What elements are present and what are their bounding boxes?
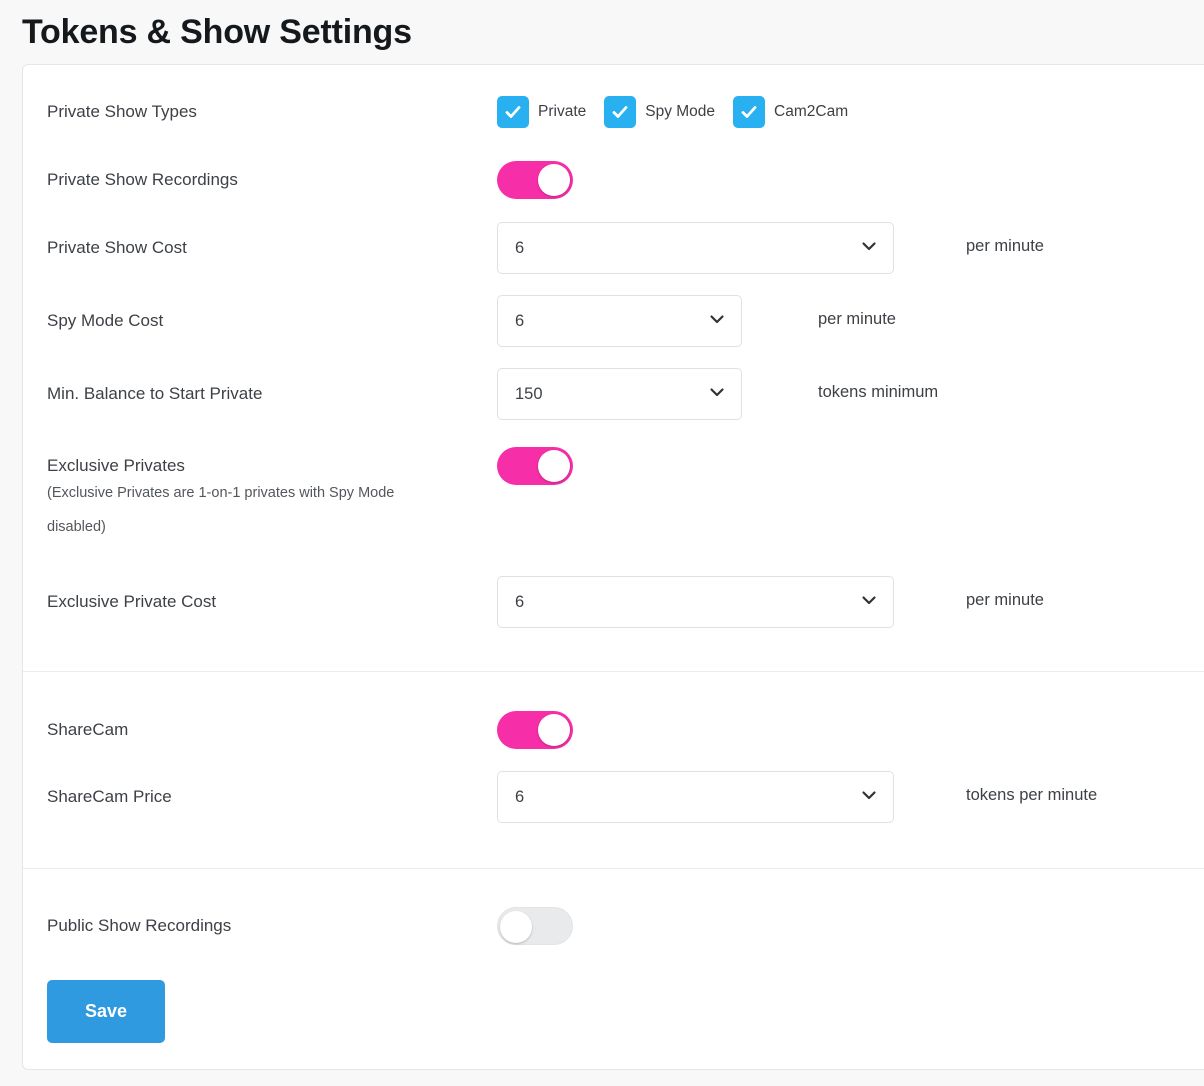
- select-value: 6: [515, 593, 525, 611]
- label-private-show-recordings: Private Show Recordings: [47, 170, 238, 189]
- label-exclusive-privates: Exclusive Privates: [47, 456, 185, 475]
- label-private-show-cost: Private Show Cost: [47, 238, 187, 257]
- select-value: 6: [515, 312, 525, 330]
- toggle-knob: [538, 450, 570, 482]
- page-title: Tokens & Show Settings: [22, 13, 412, 51]
- select-value: 6: [515, 788, 525, 806]
- checkmark-icon[interactable]: [604, 96, 637, 128]
- toggle-public-show-recordings[interactable]: [497, 907, 573, 945]
- private-show-types-checkbox-group: Private Spy Mode Cam2Cam: [497, 96, 848, 128]
- chevron-down-icon: [707, 309, 727, 334]
- toggle-sharecam[interactable]: [497, 711, 573, 749]
- settings-page: Tokens & Show Settings Private Show Type…: [0, 0, 1204, 1086]
- select-value: 150: [515, 385, 543, 403]
- checkbox-item-spy-mode[interactable]: Spy Mode: [604, 96, 715, 128]
- toggle-knob: [500, 911, 532, 943]
- chevron-down-icon: [859, 236, 879, 261]
- toggle-private-show-recordings[interactable]: [497, 161, 573, 199]
- label-exclusive-private-cost: Exclusive Private Cost: [47, 592, 217, 611]
- select-spy-mode-cost[interactable]: 6: [497, 295, 742, 347]
- checkmark-icon[interactable]: [497, 96, 529, 128]
- label-public-show-recordings: Public Show Recordings: [47, 916, 232, 935]
- checkbox-label-cam2cam: Cam2Cam: [774, 103, 849, 120]
- chevron-down-icon: [859, 590, 879, 615]
- checkbox-label-spy-mode: Spy Mode: [645, 103, 716, 120]
- select-exclusive-private-cost[interactable]: 6: [497, 576, 894, 628]
- suffix-sharecam-price: tokens per minute: [966, 786, 1098, 804]
- save-button[interactable]: Save: [47, 980, 165, 1043]
- suffix-private-show-cost: per minute: [966, 237, 1044, 255]
- label-min-balance: Min. Balance to Start Private: [47, 384, 263, 403]
- select-private-show-cost[interactable]: 6: [497, 222, 894, 274]
- checkbox-item-private[interactable]: Private: [497, 96, 586, 128]
- select-sharecam-price[interactable]: 6: [497, 771, 894, 823]
- section-divider-sharecam-public: [23, 868, 1204, 869]
- chevron-down-icon: [859, 785, 879, 810]
- toggle-knob: [538, 714, 570, 746]
- suffix-min-balance: tokens minimum: [818, 383, 939, 401]
- chevron-down-icon: [707, 382, 727, 407]
- help-text-exclusive-privates: (Exclusive Privates are 1-on-1 privates …: [47, 485, 395, 535]
- suffix-exclusive-private-cost: per minute: [966, 591, 1044, 609]
- checkbox-label-private: Private: [538, 103, 587, 120]
- checkmark-icon[interactable]: [733, 96, 766, 128]
- checkbox-item-cam2cam[interactable]: Cam2Cam: [733, 96, 848, 128]
- label-sharecam-price: ShareCam Price: [47, 787, 172, 806]
- toggle-exclusive-privates[interactable]: [497, 447, 573, 485]
- suffix-spy-mode-cost: per minute: [818, 310, 896, 328]
- label-private-show-types: Private Show Types: [47, 102, 197, 121]
- section-divider-private-sharecam: [23, 671, 1204, 672]
- select-value: 6: [515, 239, 525, 257]
- settings-card: Private Show Types Private Spy Mode Cam2…: [22, 64, 1204, 1070]
- select-min-balance[interactable]: 150: [497, 368, 742, 420]
- label-sharecam: ShareCam: [47, 720, 129, 739]
- label-spy-mode-cost: Spy Mode Cost: [47, 311, 164, 330]
- toggle-knob: [538, 164, 570, 196]
